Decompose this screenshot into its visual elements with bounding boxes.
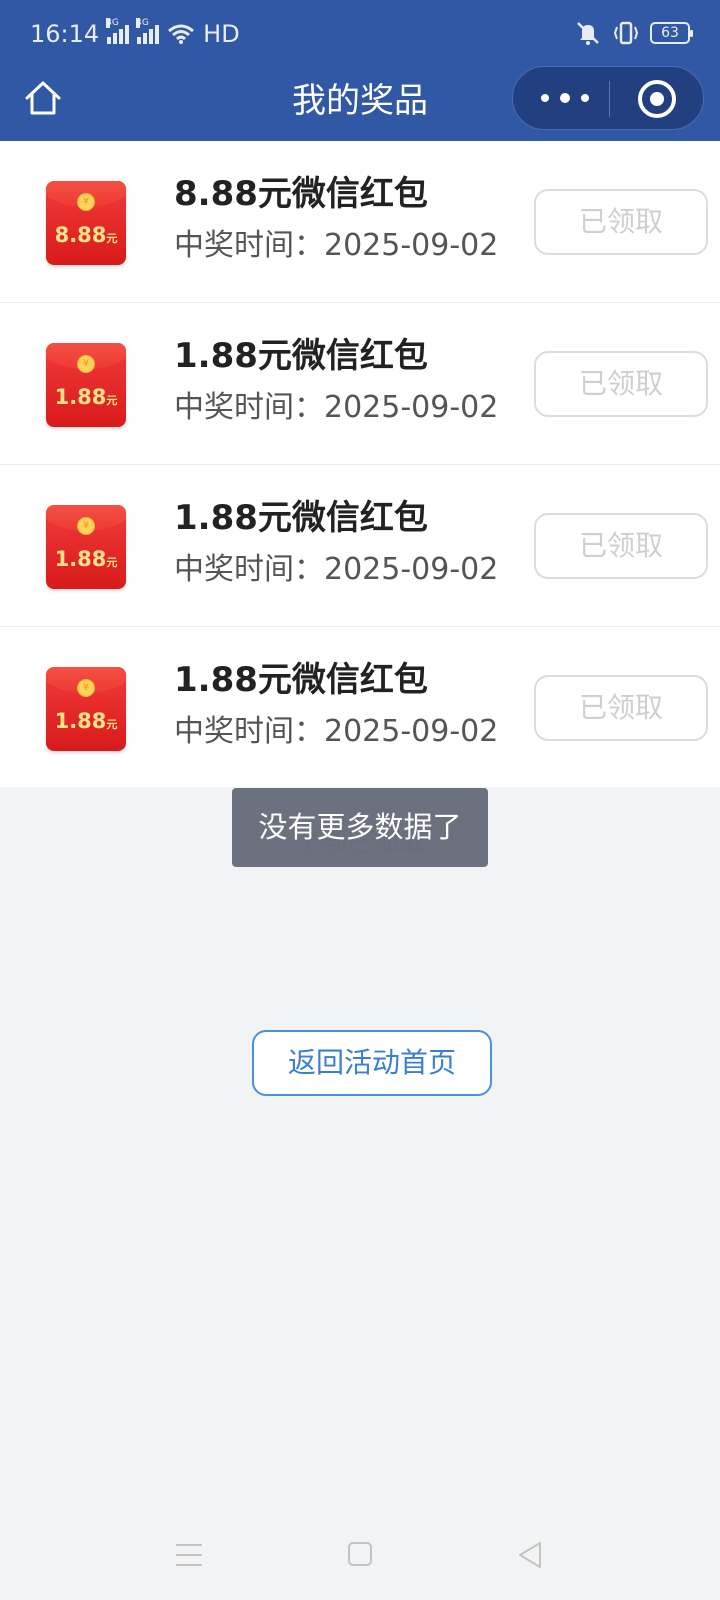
status-bar: 16:14 3G 4G HD 63 <box>0 0 720 70</box>
signal-4g-icon: 4G <box>136 18 160 44</box>
recent-apps-icon[interactable] <box>176 1544 202 1566</box>
red-packet-icon: ¥ 1.88元 <box>46 667 126 751</box>
status-time-group: 16:14 3G 4G HD <box>30 18 240 48</box>
prize-name: 8.88元微信红包 <box>174 174 428 214</box>
list-item: ¥ 8.88元 8.88元微信红包 中奖时间：2025-09-02 已领取 <box>0 141 720 303</box>
claimed-button[interactable]: 已领取 <box>534 513 708 579</box>
more-menu-icon[interactable] <box>541 67 589 129</box>
clock: 16:14 <box>30 20 100 48</box>
prize-time: 中奖时间：2025-09-02 <box>174 390 499 425</box>
prize-list: ¥ 8.88元 8.88元微信红包 中奖时间：2025-09-02 已领取 ¥ … <box>0 141 720 787</box>
status-right-group: 63 <box>574 20 693 46</box>
mini-program-capsule <box>512 66 704 130</box>
system-back-icon[interactable] <box>516 1540 544 1570</box>
mute-bell-icon <box>577 22 599 45</box>
wifi-icon <box>168 24 195 44</box>
red-packet-icon: ¥ 8.88元 <box>46 181 126 265</box>
capsule-divider <box>609 81 610 117</box>
red-packet-icon: ¥ 1.88元 <box>46 505 126 589</box>
signal-3g-icon: 3G <box>106 18 130 44</box>
nav-bar: 我的奖品 <box>0 66 720 141</box>
red-packet-icon: ¥ 1.88元 <box>46 343 126 427</box>
prize-name: 1.88元微信红包 <box>174 336 428 376</box>
back-to-home-button[interactable]: 返回活动首页 <box>252 1030 492 1096</box>
system-home-icon[interactable] <box>348 1542 372 1566</box>
claimed-button[interactable]: 已领取 <box>534 189 708 255</box>
prize-time: 中奖时间：2025-09-02 <box>174 714 499 749</box>
list-item: ¥ 1.88元 1.88元微信红包 中奖时间：2025-09-02 已领取 <box>0 303 720 465</box>
claimed-button[interactable]: 已领取 <box>534 351 708 417</box>
claimed-button[interactable]: 已领取 <box>534 675 708 741</box>
list-item: ¥ 1.88元 1.88元微信红包 中奖时间：2025-09-02 已领取 <box>0 465 720 627</box>
vibrate-icon <box>613 21 639 45</box>
list-item: ¥ 1.88元 1.88元微信红包 中奖时间：2025-09-02 已领取 <box>0 627 720 787</box>
hd-label: HD <box>203 20 240 48</box>
app-header: 16:14 3G 4G HD 63 我的奖品 <box>0 0 720 141</box>
battery-icon: 63 <box>650 22 693 44</box>
toast-message: 没有更多数据了 <box>232 788 488 867</box>
prize-name: 1.88元微信红包 <box>174 660 428 700</box>
prize-time: 中奖时间：2025-09-02 <box>174 228 499 263</box>
system-nav-bar <box>0 1520 720 1600</box>
close-target-icon[interactable] <box>638 80 676 118</box>
prize-name: 1.88元微信红包 <box>174 498 428 538</box>
prize-time: 中奖时间：2025-09-02 <box>174 552 499 587</box>
